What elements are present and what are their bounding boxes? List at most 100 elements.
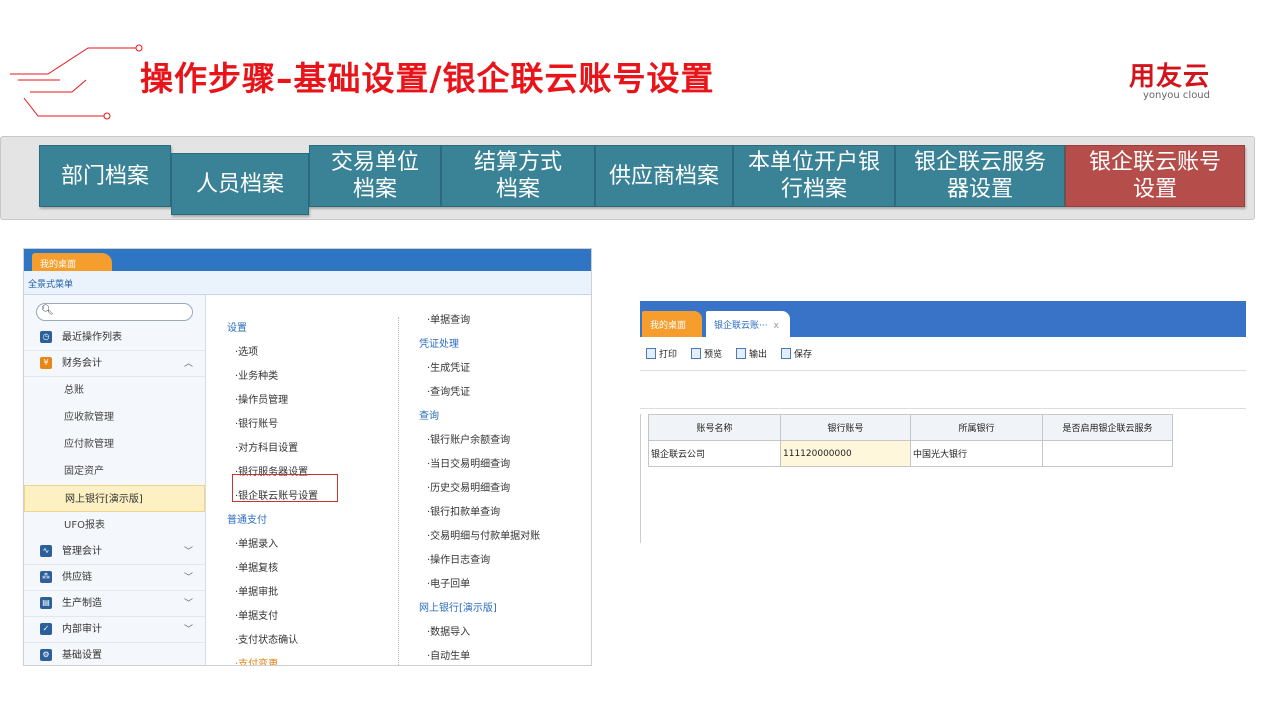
menu-item[interactable]: ·业务种类 [227,365,318,389]
search-icon: 🔍︎ [41,305,54,316]
tab-settlement[interactable]: 结算方式档案 [441,145,595,207]
menu-item[interactable]: ·生成凭证 [419,357,540,381]
table-row[interactable]: 银企联云公司 111120000000 中国光大银行 [648,440,1173,467]
col-bank-account[interactable]: 银行账号 [780,414,911,441]
menu-item[interactable]: ·支付变更 [227,653,318,665]
chevron-down-icon: ﹀ [183,547,193,557]
clock-icon: ◷ [40,331,52,343]
menu-item[interactable]: ·银行扣款单查询 [419,501,540,525]
menu-group-heading[interactable]: 设置 [227,317,318,341]
sidebar-item-mgmt[interactable]: ∿ 管理会计 ﹀ [24,539,205,565]
col-account-name[interactable]: 账号名称 [648,414,781,441]
search-input[interactable]: 🔍︎ [36,303,193,321]
menu-group-heading[interactable]: 普通支付 [227,509,318,533]
menu-item[interactable]: ·单据支付 [227,605,318,629]
sidebar-item-label: 生产制造 [62,598,102,609]
account-table: 账号名称 银行账号 所属银行 是否启用银企联云服务 银企联云公司 1111200… [648,414,1173,467]
cell-bank-account[interactable]: 111120000000 [780,440,911,467]
menu-item[interactable]: ·交易明细与付款单据对账 [419,525,540,549]
desktop-tab[interactable]: 我的桌面 [32,253,112,271]
sidebar-item-supply[interactable]: ⁂ 供应链 ﹀ [24,565,205,591]
sidebar-item-recent[interactable]: ◷ 最近操作列表 [24,325,205,351]
print-button[interactable]: 打印 [646,347,677,360]
menu-item[interactable]: ·银行账户余额查询 [419,429,540,453]
menu-column-2: ·单据查询 凭证处理 ·生成凭证 ·查询凭证 查询 ·银行账户余额查询 ·当日交易明细查询 ·… [419,309,540,665]
sidebar-sub-ledger[interactable]: 总账 [24,377,205,404]
tab-opening-bank[interactable]: 本单位开户银行档案 [733,145,895,207]
yen-icon: ¥ [40,357,52,369]
sidebar-item-label: 最近操作列表 [62,332,122,343]
sidebar: 🔍︎ ◷ 最近操作列表 ¥ 财务会计 ︿ 总账 应收款管理 应付款管理 固定资产 网上… [24,295,206,665]
cell-enable-service[interactable] [1042,440,1173,467]
sidebar-sub-payable[interactable]: 应付款管理 [24,431,205,458]
tab-server-settings[interactable]: 银企联云服务器设置 [895,145,1065,207]
sidebar-sub-ufo[interactable]: UFO报表 [24,512,205,539]
menu-item[interactable]: ·操作日志查询 [419,549,540,573]
chevron-up-icon: ︿ [183,359,193,369]
network-icon: ⁂ [40,571,52,583]
cell-bank[interactable]: 中国光大银行 [910,440,1043,467]
menu-item[interactable]: ·选项 [227,341,318,365]
menu-item[interactable]: ·电子回单 [419,573,540,597]
menu-item[interactable]: ·银行账号 [227,413,318,437]
col-bank[interactable]: 所属银行 [910,414,1043,441]
menu-group-heading[interactable]: 查询 [419,405,540,429]
menu-item[interactable]: ·数据导入 [419,621,540,645]
chevron-down-icon: ﹀ [183,599,193,609]
menu-item[interactable]: ·单据录入 [227,533,318,557]
sidebar-sub-fixed-assets[interactable]: 固定资产 [24,458,205,485]
cell-account-name[interactable]: 银企联云公司 [648,440,781,467]
save-button[interactable]: 保存 [781,347,812,360]
menu-item[interactable]: ·当日交易明细查询 [419,453,540,477]
col-enable-service[interactable]: 是否启用银企联云服务 [1042,414,1173,441]
menu-item[interactable]: ·操作员管理 [227,389,318,413]
desktop-tab[interactable]: 我的桌面 [642,311,702,337]
menu-item[interactable]: ·支付状态确认 [227,629,318,653]
preview-button[interactable]: 预览 [691,347,722,360]
decorative-lines [10,44,143,120]
menu-item[interactable]: ·历史交易明细查询 [419,477,540,501]
page-title: 操作步骤–基础设置/银企联云账号设置 [140,59,715,98]
chevron-down-icon: ﹀ [183,573,193,583]
tab-personnel[interactable]: 人员档案 [171,153,309,215]
sidebar-item-production[interactable]: ▤ 生产制造 ﹀ [24,591,205,617]
sidebar-item-label: 供应链 [62,572,92,583]
menu-group-heading[interactable]: 凭证处理 [419,333,540,357]
sidebar-item-finance[interactable]: ¥ 财务会计 ︿ [24,351,205,377]
step-tab-bar: 部门档案 人员档案 交易单位档案 结算方式档案 供应商档案 本单位开户银行档案 … [0,136,1255,220]
gear-icon: ⚙ [40,649,52,661]
preview-icon [691,348,702,359]
brand-logo: 用友云 yonyou cloud [1129,56,1210,101]
tab-account-settings[interactable]: 银企联云账号设置 [1065,145,1245,207]
export-button[interactable]: 输出 [736,347,767,360]
menu-item[interactable]: ·单据复核 [227,557,318,581]
menu-group-heading[interactable]: 网上银行[演示版] [419,597,540,621]
tab-department[interactable]: 部门档案 [39,145,171,207]
filter-area [640,371,1246,409]
tab-trading-unit[interactable]: 交易单位档案 [309,145,441,207]
sidebar-item-audit[interactable]: ✓ 内部审计 ﹀ [24,617,205,643]
close-icon[interactable]: x [774,321,779,331]
account-settings-tab[interactable]: 银企联云账··· x [706,311,790,337]
menu-item[interactable]: ·查询凭证 [419,381,540,405]
menu-item[interactable]: ·单据审批 [227,581,318,605]
grid-left-border [640,414,641,543]
toolbar: 打印 预览 输出 保存 [640,337,1246,371]
export-icon [736,348,747,359]
app-topbar: 我的桌面 [24,249,591,271]
sidebar-sub-online-bank[interactable]: 网上银行[演示版] [24,485,205,512]
save-icon [781,348,792,359]
menu-item[interactable]: ·自动生单 [419,645,540,665]
sidebar-item-label: 基础设置 [62,650,102,661]
app-topbar: 我的桌面 银企联云账··· x [640,301,1246,337]
sidebar-item-basic[interactable]: ⚙ 基础设置 [24,643,205,665]
save-label: 保存 [794,350,813,360]
sidebar-sub-receivable[interactable]: 应收款管理 [24,404,205,431]
tab-supplier[interactable]: 供应商档案 [595,145,733,207]
menu-item[interactable]: ·单据查询 [419,309,540,333]
export-label: 输出 [749,350,768,360]
sidebar-item-label: 管理会计 [62,546,102,557]
menu-screenshot: 我的桌面 全景式菜单 🔍︎ ◷ 最近操作列表 ¥ 财务会计 ︿ 总账 应收款管理 应付… [23,248,592,666]
menu-item[interactable]: ·对方科目设置 [227,437,318,461]
menu-label[interactable]: 全景式菜单 [24,271,591,295]
